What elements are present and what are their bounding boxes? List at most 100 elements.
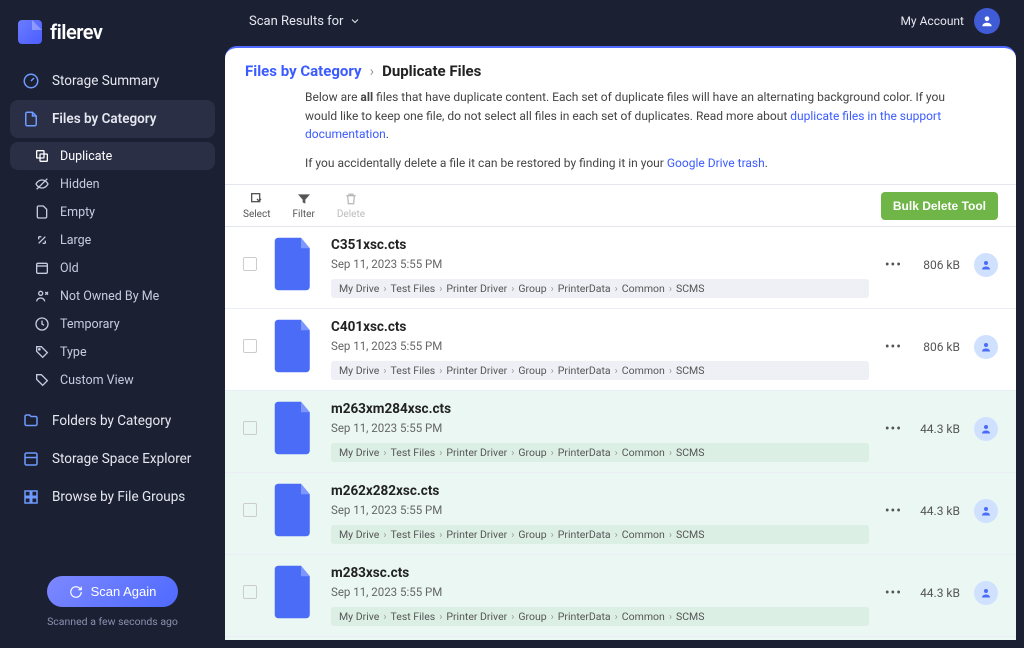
file-date: Sep 11, 2023 5:55 PM [331,503,869,517]
row-checkbox[interactable] [243,421,257,435]
eye-off-icon [34,176,50,192]
breadcrumb-current: Duplicate Files [382,62,481,80]
owner-avatar[interactable] [974,581,998,605]
description: Below are all files that have duplicate … [225,88,1016,178]
owner-avatar[interactable] [974,499,998,523]
path-segment[interactable]: SCMS [676,528,704,541]
expand-icon [34,232,50,248]
more-icon[interactable]: ••• [885,585,902,601]
chevron-right-icon: › [439,528,442,541]
path-segment[interactable]: Group [518,282,546,295]
more-icon[interactable]: ••• [885,339,902,355]
select-tool[interactable]: Select [243,191,270,220]
path-segment[interactable]: Test Files [391,528,436,541]
breadcrumb-parent[interactable]: Files by Category [245,62,362,80]
path-segment[interactable]: PrinterData [558,364,611,377]
scan-results-dropdown[interactable]: Scan Results for [249,14,361,29]
path-segment[interactable]: SCMS [676,446,704,459]
scan-again-button[interactable]: Scan Again [47,576,179,607]
path-segment[interactable]: My Drive [339,610,379,623]
path-segment[interactable]: Printer Driver [446,282,507,295]
file-name[interactable]: m283xsc.cts [331,565,869,581]
chevron-right-icon: › [383,528,386,541]
path-segment[interactable]: My Drive [339,364,379,377]
file-name[interactable]: C401xsc.cts [331,319,869,335]
folder-icon [22,412,40,430]
path-segment[interactable]: Printer Driver [446,446,507,459]
path-segment[interactable]: SCMS [676,610,704,623]
sliders-icon [34,372,50,388]
path-segment[interactable]: Printer Driver [446,528,507,541]
file-size: 44.3 kB [916,586,960,600]
account-menu[interactable]: My Account [900,8,1000,34]
path-segment[interactable]: PrinterData [558,282,611,295]
path-segment[interactable]: Test Files [391,610,436,623]
file-date: Sep 11, 2023 5:55 PM [331,585,869,599]
nav-files-by-category[interactable]: Files by Category [10,100,215,138]
file-size: 44.3 kB [916,504,960,518]
owner-avatar[interactable] [974,417,998,441]
row-checkbox[interactable] [243,257,257,271]
bulk-delete-button[interactable]: Bulk Delete Tool [881,192,998,220]
path-segment[interactable]: Group [518,446,546,459]
file-name[interactable]: m263xm284xsc.cts [331,401,869,417]
chevron-right-icon: › [615,610,618,623]
path-segment[interactable]: Group [518,528,546,541]
path-segment[interactable]: SCMS [676,364,704,377]
more-icon[interactable]: ••• [885,257,902,273]
path-segment[interactable]: PrinterData [558,610,611,623]
file-type-icon [273,401,315,455]
path-segment[interactable]: Group [518,610,546,623]
path-segment[interactable]: Test Files [391,282,436,295]
file-icon [22,110,40,128]
nav-browse-by-file-groups[interactable]: Browse by File Groups [10,478,215,516]
sub-not-owned[interactable]: Not Owned By Me [10,282,215,310]
path-segment[interactable]: Common [622,528,665,541]
more-icon[interactable]: ••• [885,421,902,437]
sub-empty[interactable]: Empty [10,198,215,226]
logo[interactable]: filerev [10,12,215,62]
file-name[interactable]: m262x282xsc.cts [331,483,869,499]
path-segment[interactable]: Common [622,610,665,623]
sub-large[interactable]: Large [10,226,215,254]
sub-duplicate[interactable]: Duplicate [10,142,215,170]
path-segment[interactable]: My Drive [339,528,379,541]
nav-folders-by-category[interactable]: Folders by Category [10,402,215,440]
more-icon[interactable]: ••• [885,503,902,519]
path-segment[interactable]: My Drive [339,282,379,295]
path-segment[interactable]: Test Files [391,364,436,377]
sub-label: Type [60,345,87,360]
path-segment[interactable]: My Drive [339,446,379,459]
path-segment[interactable]: Test Files [391,446,436,459]
nav-storage-summary[interactable]: Storage Summary [10,62,215,100]
chevron-right-icon: › [615,364,618,377]
path-segment[interactable]: PrinterData [558,446,611,459]
owner-avatar[interactable] [974,335,998,359]
filter-tool[interactable]: Filter [292,191,314,220]
sub-custom-view[interactable]: Custom View [10,366,215,394]
sub-hidden[interactable]: Hidden [10,170,215,198]
row-checkbox[interactable] [243,503,257,517]
row-checkbox[interactable] [243,585,257,599]
chevron-right-icon: › [383,446,386,459]
nav-storage-space-explorer[interactable]: Storage Space Explorer [10,440,215,478]
chevron-right-icon: › [370,62,375,80]
sub-temporary[interactable]: Temporary [10,310,215,338]
owner-avatar[interactable] [974,253,998,277]
sub-type[interactable]: Type [10,338,215,366]
path-segment[interactable]: Common [622,446,665,459]
row-checkbox[interactable] [243,339,257,353]
path-segment[interactable]: Printer Driver [446,610,507,623]
sub-old[interactable]: Old [10,254,215,282]
content-card: Files by Category › Duplicate Files Belo… [225,46,1016,640]
path-segment[interactable]: Common [622,282,665,295]
path-segment[interactable]: SCMS [676,282,704,295]
file-name[interactable]: C351xsc.cts [331,237,869,253]
trash-link[interactable]: Google Drive trash [667,156,765,170]
path-segment[interactable]: Printer Driver [446,364,507,377]
sub-label: Hidden [60,177,100,192]
path-segment[interactable]: Group [518,364,546,377]
path-segment[interactable]: PrinterData [558,528,611,541]
calendar-icon [34,260,50,276]
path-segment[interactable]: Common [622,364,665,377]
